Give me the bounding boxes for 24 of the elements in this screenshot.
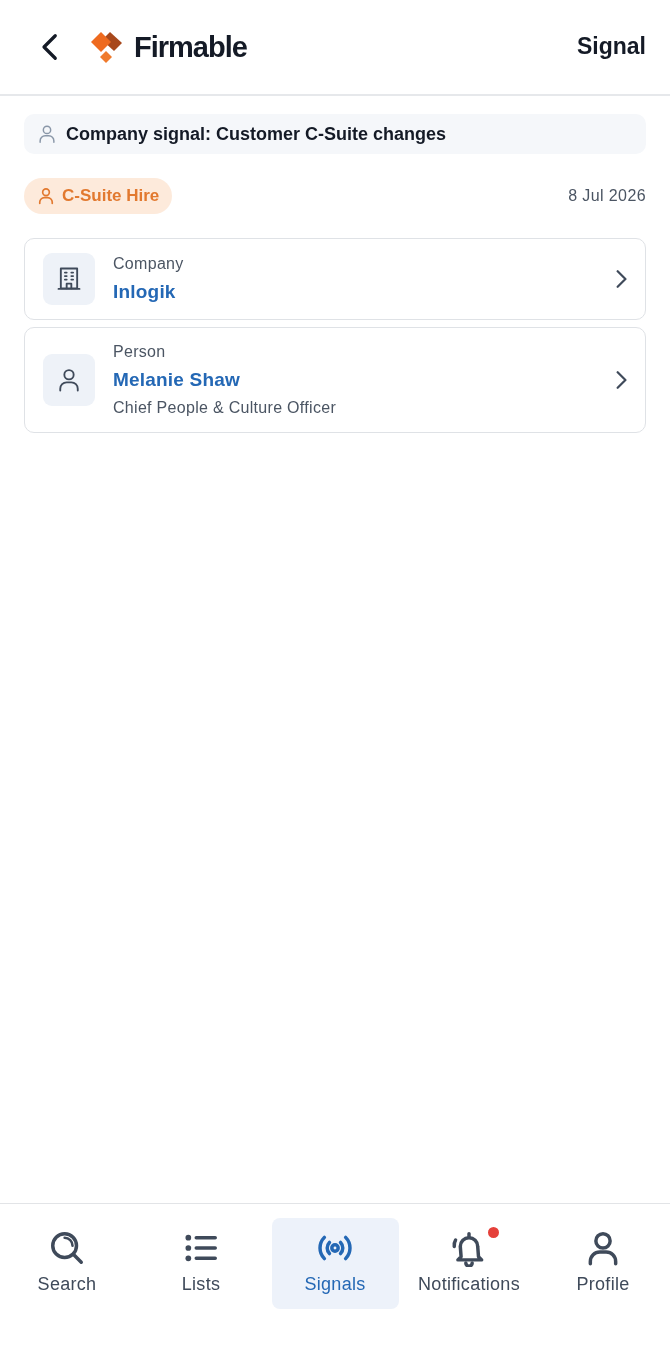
tag-label: C-Suite Hire: [62, 185, 160, 208]
person-icon: [36, 123, 58, 145]
company-card[interactable]: Company Inlogik: [24, 238, 646, 320]
entity-type-label: Person: [113, 342, 167, 362]
signal-title: Company signal: Customer C-Suite changes: [66, 122, 447, 146]
building-icon: [43, 253, 95, 305]
logo-text: Firmable: [134, 29, 247, 65]
lists-tab[interactable]: Lists: [137, 1218, 265, 1309]
page-title: Signal: [577, 33, 646, 61]
person-icon: [36, 186, 56, 206]
chevron-right-icon: [615, 370, 627, 390]
entity-type-label: Company: [113, 254, 185, 274]
search-tab[interactable]: Search: [3, 1218, 131, 1309]
person-card[interactable]: Person Melanie Shaw Chief People & Culture Officer: [24, 327, 646, 433]
entity-name: Melanie Shaw: [113, 368, 241, 392]
search-icon: [48, 1229, 86, 1267]
notifications-tab[interactable]: Notifications: [405, 1218, 533, 1309]
entity-name: Inlogik: [113, 280, 177, 304]
person-icon: [43, 354, 95, 406]
signals-tab[interactable]: Signals: [271, 1218, 399, 1309]
profile-tab[interactable]: Profile: [539, 1218, 667, 1309]
signal-date: 8 Jul 2026: [568, 186, 646, 206]
entity-subtitle: Chief People & Culture Officer: [113, 398, 338, 418]
chevron-right-icon: [615, 269, 627, 289]
